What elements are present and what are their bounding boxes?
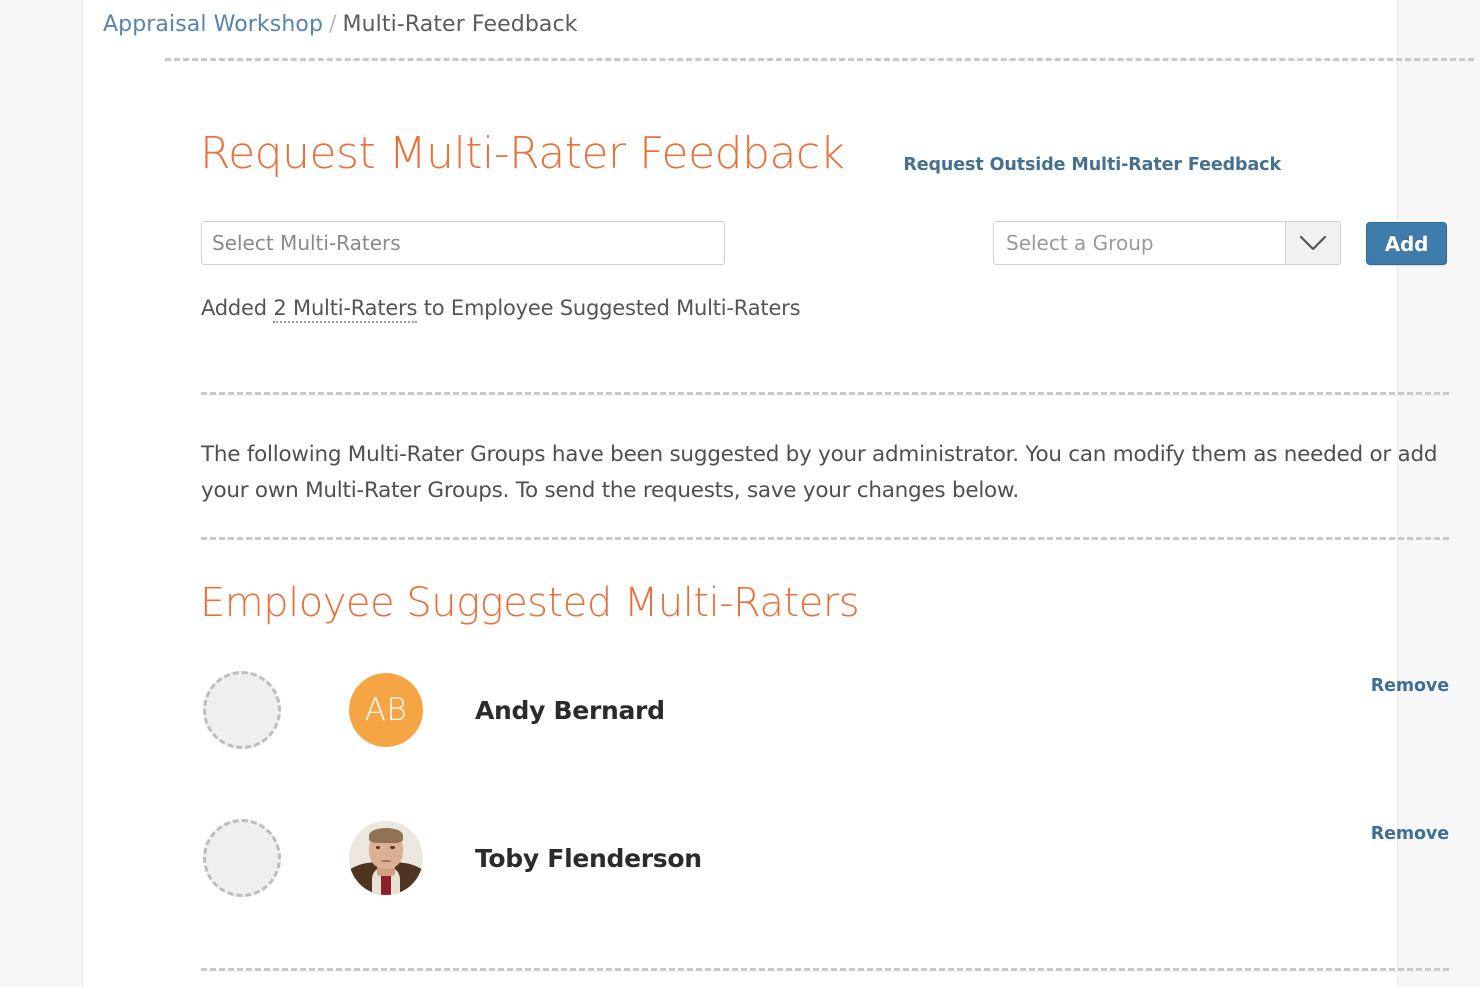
avatar <box>349 821 423 895</box>
avatar: AB <box>349 673 423 747</box>
rater-row: Toby Flenderson Remove <box>201 798 1451 918</box>
avatar-initials-label: AB <box>364 692 408 728</box>
added-status-count: 2 Multi-Raters <box>273 296 417 323</box>
avatar-photo-hair <box>368 828 403 844</box>
avatar-photo-eye-right <box>390 846 395 850</box>
content-panel: Appraisal Workshop / Multi-Rater Feedback … <box>82 0 1474 987</box>
instructions-text: The following Multi-Rater Groups have be… <box>201 442 1438 503</box>
breadcrumb: Appraisal Workshop / Multi-Rater Feedback <box>103 12 578 37</box>
drop-slot-placeholder[interactable] <box>203 671 281 749</box>
breadcrumb-separator: / <box>329 12 337 37</box>
added-status-text: Added 2 Multi-Raters to Employee Suggest… <box>201 296 801 323</box>
rater-row: AB Andy Bernard Remove <box>201 650 1451 770</box>
rater-name: Toby Flenderson <box>475 843 702 873</box>
added-status-prefix: Added <box>201 296 274 320</box>
request-outside-feedback-link[interactable]: Request Outside Multi-Rater Feedback <box>903 155 1281 175</box>
divider-top <box>165 58 1474 61</box>
divider-bottom <box>201 968 1449 971</box>
select-multi-raters-input[interactable] <box>201 221 725 265</box>
breadcrumb-parent-link[interactable]: Appraisal Workshop <box>103 12 323 37</box>
select-group-value: Select a Group <box>1006 231 1154 255</box>
select-group-dropdown[interactable]: Select a Group <box>993 221 1341 265</box>
divider-after-instructions <box>201 537 1449 540</box>
breadcrumb-current: Multi-Rater Feedback <box>342 12 578 37</box>
add-button[interactable]: Add <box>1366 222 1447 265</box>
chevron-down-icon[interactable] <box>1285 222 1340 264</box>
rater-name: Andy Bernard <box>475 695 665 725</box>
remove-rater-link[interactable]: Remove <box>1371 824 1449 844</box>
added-status-suffix: to Employee Suggested Multi-Raters <box>417 296 801 320</box>
group-title: Employee Suggested Multi-Raters <box>200 580 860 626</box>
divider-after-form <box>201 392 1449 395</box>
remove-rater-link[interactable]: Remove <box>1371 676 1449 696</box>
page-root: Appraisal Workshop / Multi-Rater Feedback … <box>0 0 1480 987</box>
page-title: Request Multi-Rater Feedback <box>200 128 845 179</box>
drop-slot-placeholder[interactable] <box>203 819 281 897</box>
